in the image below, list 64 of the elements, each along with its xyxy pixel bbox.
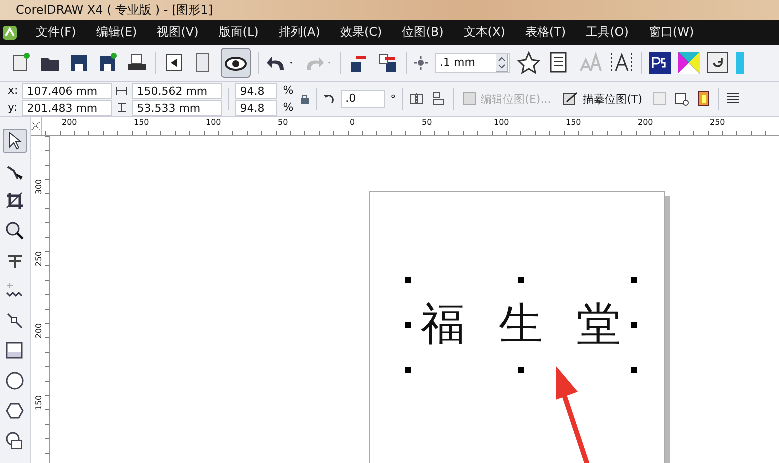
x-label: x: <box>8 84 18 97</box>
photoshop-icon[interactable] <box>649 52 671 74</box>
window-title: CorelDRAW X4 ( 专业版 ) - [图形1] <box>16 2 214 18</box>
nudge-field[interactable]: .1 mm <box>435 53 510 73</box>
tool-button[interactable] <box>3 129 27 153</box>
menu-item[interactable]: 位图(B) <box>392 24 454 41</box>
crop-bitmap-icon[interactable] <box>674 91 690 107</box>
mirror-vertical-icon[interactable] <box>431 92 448 106</box>
bitmap-icon <box>463 92 478 106</box>
bitmap-color-icon[interactable] <box>696 91 712 107</box>
menu-item[interactable]: 窗口(W) <box>638 24 704 41</box>
y-label: y: <box>8 101 18 114</box>
percent-label: % <box>283 101 294 114</box>
trace-icon <box>563 92 580 106</box>
nudge-icon <box>414 56 428 70</box>
save-icon[interactable] <box>68 52 90 74</box>
menu-item[interactable]: 文本(X) <box>454 24 516 41</box>
ruler-label: 50 <box>278 117 290 129</box>
refresh-icon[interactable] <box>707 52 729 74</box>
scale-x-field[interactable]: 94.8 <box>235 82 278 98</box>
scale-y-field[interactable]: 94.8 <box>235 100 278 116</box>
export-file-icon[interactable] <box>377 52 399 74</box>
ruler-label: 250 <box>34 251 45 267</box>
ruler-label: 250 <box>710 117 726 129</box>
ruler-label: 50 <box>422 117 434 129</box>
menu-item[interactable]: 文件(F) <box>26 24 86 41</box>
x-position-field[interactable]: 107.406 mm <box>22 82 112 98</box>
menu-item[interactable]: 视图(V) <box>147 24 209 41</box>
ruler-label: 200 <box>638 117 654 129</box>
mirror-horizontal-icon[interactable] <box>409 92 426 106</box>
menu-item[interactable]: 工具(O) <box>576 24 639 41</box>
lock-icon[interactable] <box>300 94 310 104</box>
height-field[interactable]: 53.533 mm <box>132 100 222 116</box>
ruler-label: 0 <box>350 117 356 129</box>
rotate-icon <box>322 93 335 105</box>
menu-item[interactable]: 排列(A) <box>268 24 330 41</box>
ruler-label: 150 <box>34 395 45 411</box>
selected-text[interactable]: 福生堂 <box>421 295 655 355</box>
spin-arrows-icon[interactable] <box>496 54 508 72</box>
height-icon <box>116 102 128 112</box>
app-logo-icon <box>2 24 18 40</box>
menu-item[interactable]: 表格(T) <box>515 24 576 41</box>
menu-item[interactable]: 版面(L) <box>208 24 269 41</box>
ruler-label: 200 <box>34 323 45 339</box>
trace-bitmap-button[interactable]: 描摹位图(T) <box>560 90 646 108</box>
ruler-label: 150 <box>134 117 150 129</box>
star-icon[interactable] <box>517 51 541 75</box>
ruler-origin-icon[interactable] <box>31 121 41 131</box>
rotation-field[interactable]: .0 <box>340 90 385 108</box>
ruler-label: 150 <box>566 117 582 129</box>
ruler-label: 300 <box>34 179 45 195</box>
ruler-label: 100 <box>206 117 222 129</box>
menu-item[interactable]: 编辑(E) <box>86 24 148 41</box>
ruler-label: 200 <box>62 117 78 129</box>
ruler-label: 100 <box>494 117 510 129</box>
width-icon <box>116 86 128 96</box>
save-as-icon[interactable] <box>97 52 119 74</box>
color-icon[interactable] <box>678 52 700 74</box>
degree-label: ° <box>390 92 396 106</box>
menu-item[interactable]: 效果(C) <box>330 24 392 41</box>
eye-icon[interactable] <box>221 48 251 78</box>
y-position-field[interactable]: 201.483 mm <box>22 100 112 116</box>
width-field[interactable]: 150.562 mm <box>132 82 222 98</box>
percent-label: % <box>283 84 294 97</box>
